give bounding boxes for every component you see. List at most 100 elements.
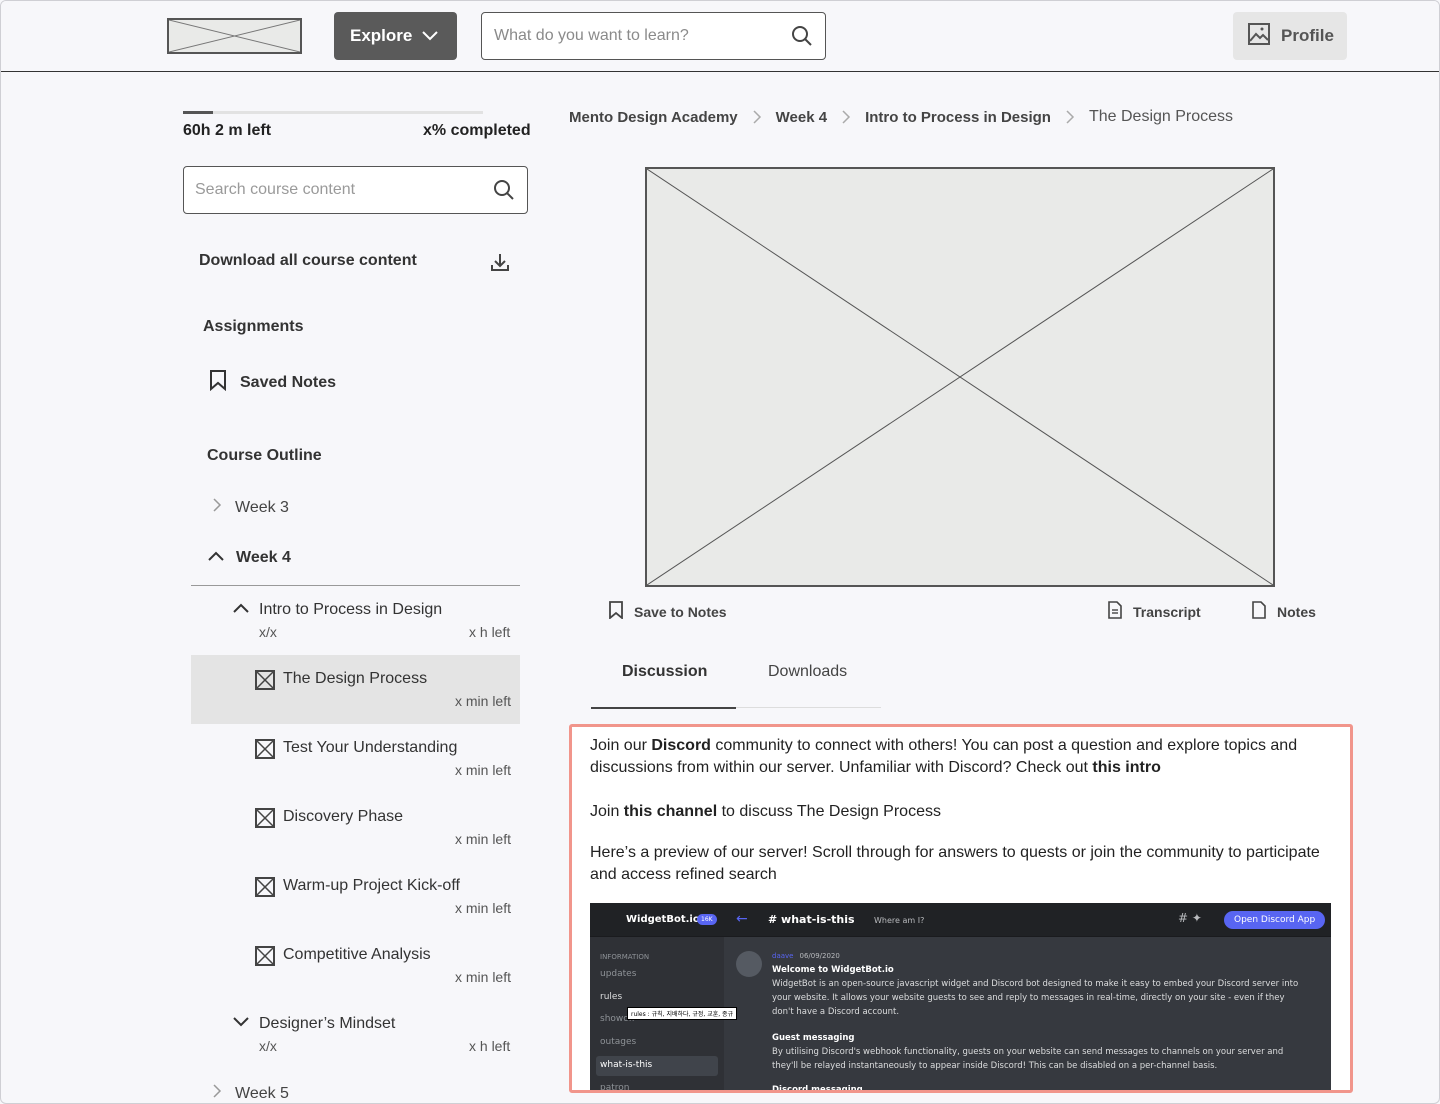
lesson-item[interactable]: Competitive Analysis x min left bbox=[191, 931, 520, 1000]
active-tab-indicator bbox=[591, 707, 736, 709]
discussion-panel: Join our Discord community to connect wi… bbox=[569, 724, 1353, 1093]
lesson-title: Test Your Understanding bbox=[283, 739, 458, 756]
chevron-right-icon bbox=[211, 497, 223, 518]
section-intro-toggle[interactable]: Intro to Process in Design bbox=[233, 601, 442, 619]
channel-item[interactable]: rules bbox=[600, 992, 622, 1002]
lesson-time-left: x min left bbox=[454, 762, 511, 778]
discord-embed-preview[interactable]: INFORMATION updates rules showoff outage… bbox=[590, 903, 1331, 1093]
message-date: 06/09/2020 bbox=[799, 952, 840, 960]
file-icon bbox=[1251, 601, 1267, 622]
message-subtitle: Discord messaging bbox=[772, 1085, 863, 1093]
rules-tooltip: rules : 규칙, 지배하다, 규정, 교훈, 종규 bbox=[627, 1007, 738, 1020]
section-time-left: x h left bbox=[469, 1038, 511, 1054]
message-header: daave 06/09/2020 bbox=[772, 949, 1302, 963]
chevron-down-icon bbox=[421, 28, 439, 49]
breadcrumb: Mento Design Academy Week 4 Intro to Pro… bbox=[569, 108, 1233, 126]
text: Join bbox=[590, 803, 624, 820]
discord-link[interactable]: Discord bbox=[651, 737, 711, 754]
lesson-thumbnail-icon bbox=[255, 808, 275, 833]
chevron-right-icon bbox=[1065, 110, 1075, 124]
course-progress-bar bbox=[183, 111, 483, 114]
chevron-right-icon bbox=[841, 110, 851, 124]
breadcrumb-item[interactable]: Week 4 bbox=[776, 109, 827, 126]
this-intro-link[interactable]: this intro bbox=[1092, 759, 1160, 776]
time-left: 60h 2 m left bbox=[183, 122, 272, 139]
lesson-time-left: x min left bbox=[454, 900, 511, 916]
message-title: Welcome to WidgetBot.io bbox=[772, 965, 894, 975]
section-progress: x/x bbox=[259, 624, 277, 640]
lesson-item-active[interactable]: The Design Process x min left bbox=[191, 655, 520, 724]
channel-text: Join this channel to discuss The Design … bbox=[590, 801, 1338, 823]
open-discord-app-button[interactable]: Open Discord App bbox=[1224, 911, 1326, 929]
where-am-i[interactable]: Where am I? bbox=[874, 916, 924, 925]
save-to-notes-button[interactable]: Save to Notes bbox=[608, 601, 727, 622]
member-count-badge: 16K bbox=[697, 914, 717, 925]
search-icon[interactable] bbox=[791, 25, 813, 52]
download-icon[interactable] bbox=[489, 251, 511, 278]
channel-item[interactable]: updates bbox=[600, 969, 636, 979]
video-player-placeholder[interactable] bbox=[645, 167, 1275, 587]
discord-topbar: WidgetBot.io 16K ← # what-is-this Where … bbox=[590, 903, 1331, 937]
week-5-toggle[interactable]: Week 5 bbox=[211, 1083, 289, 1103]
assignments-link[interactable]: Assignments bbox=[203, 318, 303, 336]
transcript-button[interactable]: Transcript bbox=[1107, 601, 1201, 622]
lesson-item[interactable]: Warm-up Project Kick-off x min left bbox=[191, 862, 520, 931]
lesson-thumbnail-icon bbox=[255, 739, 275, 764]
transcript-label: Transcript bbox=[1133, 603, 1201, 620]
global-search-input[interactable] bbox=[482, 13, 772, 59]
saved-notes-link[interactable]: Saved Notes bbox=[208, 369, 336, 396]
chevron-down-icon bbox=[233, 1015, 249, 1033]
week-4-toggle[interactable]: Week 4 bbox=[208, 549, 291, 567]
breadcrumb-current: The Design Process bbox=[1088, 108, 1234, 125]
week-label: Week 4 bbox=[236, 549, 291, 566]
week-label: Week 5 bbox=[235, 1084, 289, 1102]
lesson-thumbnail-icon bbox=[255, 670, 275, 695]
text: Join our bbox=[590, 737, 652, 754]
lesson-thumbnail-icon bbox=[255, 877, 275, 902]
lesson-title: Warm-up Project Kick-off bbox=[283, 877, 460, 894]
channel-item[interactable]: patron bbox=[600, 1083, 629, 1090]
bookmark-icon bbox=[608, 601, 624, 622]
profile-button[interactable]: Profile bbox=[1233, 12, 1347, 60]
search-icon[interactable] bbox=[493, 179, 515, 206]
lesson-item[interactable]: Discovery Phase x min left bbox=[191, 793, 520, 862]
download-all-link[interactable]: Download all course content bbox=[199, 252, 417, 270]
chevron-right-icon bbox=[752, 110, 762, 124]
avatar bbox=[736, 951, 762, 977]
top-nav: Explore Profile bbox=[1, 1, 1439, 72]
tab-downloads[interactable]: Downloads bbox=[768, 663, 847, 681]
section-progress: x/x bbox=[259, 1038, 277, 1054]
lesson-title: Discovery Phase bbox=[283, 808, 404, 825]
week-3-toggle[interactable]: Week 3 bbox=[211, 497, 289, 518]
message-body: WidgetBot is an open-source javascript w… bbox=[772, 979, 1299, 1017]
discord-brand: WidgetBot.io bbox=[626, 914, 700, 925]
explore-button[interactable]: Explore bbox=[334, 12, 457, 60]
channel-title: # what-is-this bbox=[768, 913, 855, 926]
section-mindset-toggle[interactable]: Designer’s Mindset bbox=[233, 1015, 395, 1033]
logo-placeholder[interactable] bbox=[167, 18, 302, 54]
lesson-title: The Design Process bbox=[283, 670, 428, 687]
section-time-left: x h left bbox=[469, 624, 511, 640]
breadcrumb-item[interactable]: Mento Design Academy bbox=[569, 109, 738, 126]
breadcrumb-item[interactable]: Intro to Process in Design bbox=[865, 109, 1051, 126]
preview-text: Here’s a preview of our server! Scroll t… bbox=[590, 844, 1320, 883]
divider bbox=[191, 585, 520, 586]
global-search bbox=[481, 12, 826, 60]
lesson-item[interactable]: Test Your Understanding x min left bbox=[191, 724, 520, 793]
saved-notes-label: Saved Notes bbox=[240, 373, 337, 391]
arrow-left-icon[interactable]: ← bbox=[736, 911, 748, 927]
pin-icon[interactable]: # ✦ bbox=[1178, 911, 1202, 925]
lesson-title: Competitive Analysis bbox=[283, 946, 431, 963]
tab-discussion[interactable]: Discussion bbox=[622, 663, 707, 681]
channel-item[interactable]: outages bbox=[600, 1037, 636, 1047]
course-progress-fill bbox=[183, 111, 213, 114]
this-channel-link[interactable]: this channel bbox=[624, 803, 717, 820]
notes-button[interactable]: Notes bbox=[1251, 601, 1316, 622]
course-search bbox=[183, 166, 528, 214]
course-search-input[interactable] bbox=[184, 167, 474, 213]
notes-label: Notes bbox=[1277, 603, 1316, 620]
save-to-notes-label: Save to Notes bbox=[634, 603, 727, 620]
channel-item-selected[interactable]: what-is-this bbox=[596, 1056, 718, 1076]
text: to discuss The Design Process bbox=[717, 803, 941, 820]
channel-category: INFORMATION bbox=[600, 953, 650, 961]
